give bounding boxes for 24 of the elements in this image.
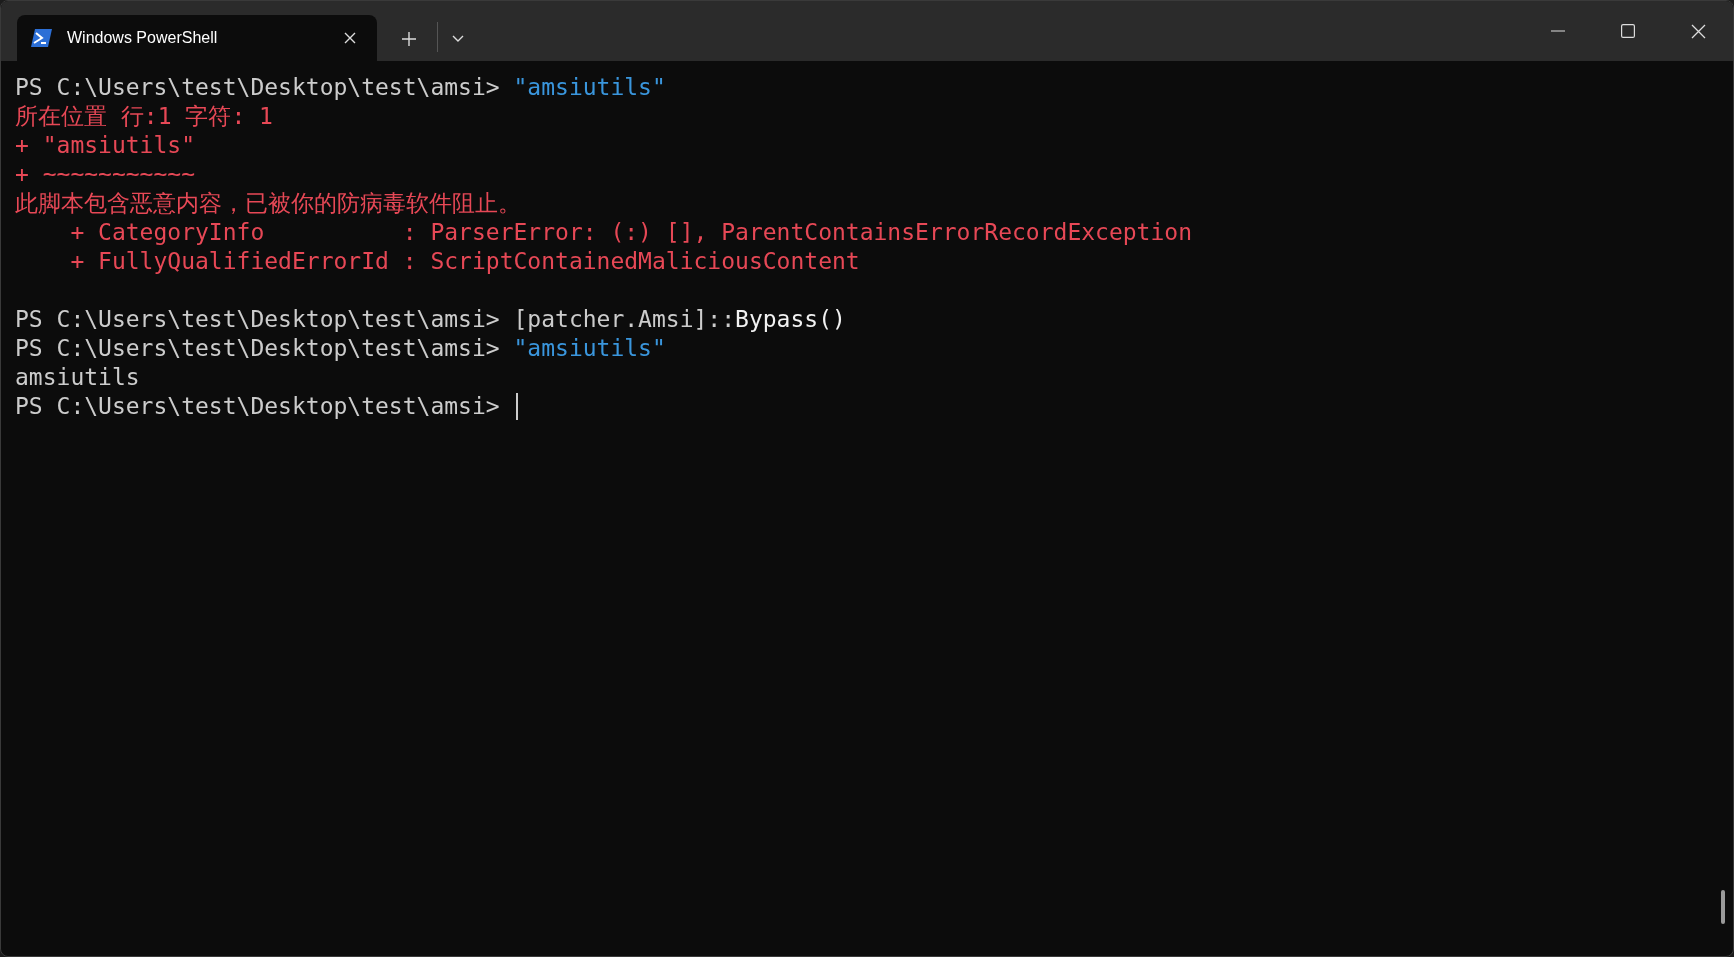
error-text: + CategoryInfo : ParserError: (:) [], ParentContainsErrorRecordException	[69, 218, 1192, 247]
prompt-text: [patcher.Amsi]::	[513, 305, 736, 334]
error-text: + FullyQualifiedErrorId : ScriptContainedMaliciousContent	[69, 247, 860, 276]
terminal-tab[interactable]: Windows PowerShell	[17, 15, 377, 61]
prompt-text: PS C:\Users\test\Desktop\test\amsi>	[15, 392, 501, 421]
output-text: amsiutils	[15, 363, 140, 392]
prompt-text: PS C:\Users\test\Desktop\test\amsi>	[15, 73, 501, 102]
string-text: "amsiutils"	[513, 334, 666, 363]
command-text: Bypass()	[735, 305, 846, 334]
close-icon	[1690, 23, 1706, 39]
scrollbar-thumb[interactable]	[1721, 890, 1725, 924]
string-text: "amsiutils"	[513, 73, 666, 102]
error-text: 所在位置 行:1 字符: 1	[15, 102, 273, 131]
close-icon	[344, 32, 356, 44]
error-text: + ~~~~~~~~~~~	[15, 160, 195, 189]
plus-icon	[401, 31, 417, 47]
powershell-icon	[31, 29, 53, 47]
caret-icon	[452, 35, 464, 43]
prompt-text: PS C:\Users\test\Desktop\test\amsi>	[15, 305, 501, 334]
prompt-text: PS C:\Users\test\Desktop\test\amsi>	[15, 334, 501, 363]
error-text: 此脚本包含恶意内容，已被你的防病毒软件阻止。	[15, 189, 521, 218]
maximize-icon	[1621, 24, 1635, 38]
minimize-icon	[1551, 30, 1565, 32]
error-text: + "amsiutils"	[15, 131, 195, 160]
